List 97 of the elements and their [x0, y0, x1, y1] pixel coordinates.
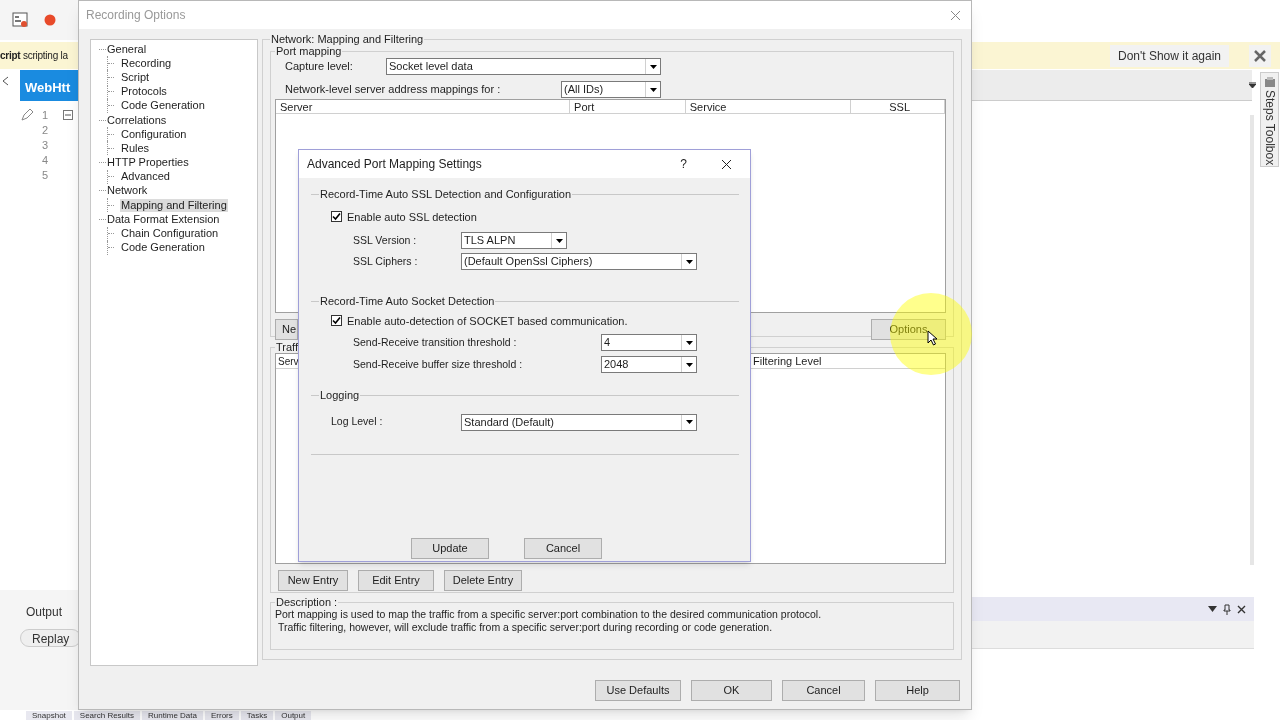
tree-item[interactable]: Configuration [120, 127, 188, 141]
partial-button[interactable]: Ne [275, 319, 298, 340]
bottom-tab[interactable]: Tasks [240, 711, 274, 720]
column-header[interactable]: Service [685, 100, 852, 113]
close-icon[interactable] [721, 158, 732, 170]
field-label: SSL Ciphers : [353, 253, 419, 269]
column-header[interactable]: Port [570, 100, 686, 113]
close-icon[interactable] [1237, 604, 1246, 614]
pencil-icon [20, 108, 34, 122]
panel-title: Output [26, 604, 64, 621]
tree-item[interactable]: Script [120, 70, 151, 84]
dropdown-arrow-icon [685, 340, 693, 345]
checkbox[interactable] [331, 315, 342, 327]
tree-item[interactable]: Protocols [120, 85, 168, 99]
line-number: 3 [42, 138, 49, 153]
help-button[interactable]: ? [680, 155, 687, 173]
checkbox-label: Enable auto SSL detection [347, 209, 477, 225]
dropdown-arrow-icon [649, 87, 657, 92]
dialog-button[interactable]: Cancel [524, 537, 602, 559]
line-number: 5 [42, 168, 49, 183]
description-text: Port mapping is used to map the traffic from a specific server:port combination to the desired communication protocol. [275, 608, 823, 621]
checkbox[interactable] [331, 211, 342, 223]
tree-item[interactable]: Mapping and Filtering [120, 198, 228, 212]
dialog-button[interactable]: Cancel [782, 680, 865, 701]
tree-item[interactable]: Advanced [120, 170, 171, 184]
record-icon[interactable] [44, 14, 56, 26]
bottom-tab[interactable]: Runtime Data [142, 711, 203, 720]
options-button[interactable]: Options [871, 319, 946, 340]
transition-dropdown[interactable]: 4 [601, 334, 697, 351]
entry-button[interactable]: New Entry [278, 570, 348, 591]
bottom-tab[interactable]: Search Results [73, 711, 141, 720]
group-title: Record-Time Auto Socket Detection [319, 294, 496, 309]
dropdown-icon[interactable] [1249, 82, 1256, 88]
toolbox-icon[interactable] [1263, 76, 1276, 88]
tree-item[interactable]: Code Generation [120, 241, 206, 255]
ssl-version-dropdown[interactable]: TLS ALPN [461, 232, 567, 249]
column-header[interactable]: Server [276, 100, 571, 113]
log-level-dropdown[interactable]: Standard (Default) [461, 413, 697, 431]
editor-tab[interactable]: WebHtt [20, 70, 78, 101]
dropdown-arrow-icon [555, 238, 563, 243]
dropdown-arrow-icon [685, 259, 693, 264]
line-number: 2 [42, 123, 49, 138]
dropdown-arrow-icon [649, 64, 657, 69]
dialog-button[interactable]: OK [691, 680, 772, 701]
description-text: Traffic filtering, however, will exclude traffic from a specific server:port during recording or code generation. [277, 621, 774, 634]
field-label: Network-level server address mappings for : [285, 82, 502, 98]
cursor-icon [927, 330, 938, 346]
field-label: Send-Receive transition threshold : [353, 334, 518, 350]
dialog-button[interactable]: Update [411, 537, 489, 559]
dialog-button[interactable]: Help [875, 680, 960, 701]
bottom-tab[interactable]: Output [275, 711, 312, 720]
pin-icon[interactable] [1223, 603, 1231, 615]
tree-item[interactable]: Recording [120, 56, 173, 70]
close-button[interactable] [1249, 44, 1271, 67]
tree-item[interactable]: General [106, 42, 148, 56]
ssl-ciphers-dropdown[interactable]: (Default OpenSsl Ciphers) [461, 253, 697, 270]
close-icon [1254, 49, 1266, 62]
collapse-icon[interactable] [63, 110, 73, 120]
entry-button[interactable]: Delete Entry [444, 570, 522, 591]
tree-item[interactable]: HTTP Properties [106, 156, 190, 170]
bottom-tab[interactable]: Snapshot [26, 711, 72, 720]
tree-item[interactable]: Correlations [106, 113, 168, 127]
dropdown-arrow-icon [685, 420, 693, 424]
tree-item[interactable]: Rules [120, 141, 151, 155]
field-label: Log Level : [331, 414, 384, 430]
tree-item[interactable]: Code Generation [120, 99, 206, 113]
section-title: Network: Mapping and Filtering [270, 33, 425, 45]
bottom-tab[interactable]: Errors [205, 711, 239, 720]
column-header[interactable]: Serv [276, 354, 299, 368]
tree-item[interactable]: Network [106, 184, 149, 198]
tree-item[interactable]: Data Format Extension [106, 212, 221, 226]
entry-button[interactable]: Edit Entry [358, 570, 434, 591]
group-title: Traff [275, 341, 299, 353]
dropdown-arrow-icon [685, 362, 693, 367]
chevron-left-icon[interactable] [2, 76, 9, 86]
group-title: Logging [319, 388, 361, 403]
checkbox-label: Enable auto-detection of SOCKET based communication. [347, 313, 628, 329]
mappings-dropdown[interactable]: (All IDs) [561, 81, 661, 98]
group-title: Port mapping [275, 45, 343, 57]
dismiss-button[interactable]: Don't Show it again [1109, 44, 1229, 67]
field-label: SSL Version : [353, 232, 418, 248]
banner-text: cript scripting la [0, 49, 68, 63]
buffer-dropdown[interactable]: 2048 [601, 356, 697, 373]
line-number: 4 [42, 153, 49, 168]
tree-item[interactable]: Chain Configuration [120, 227, 220, 241]
dropdown-icon[interactable] [1208, 606, 1217, 612]
window-title: Recording Options [86, 7, 186, 24]
group-title: Description : [275, 596, 339, 608]
group-title: Record-Time Auto SSL Detection and Configuration [319, 187, 573, 202]
field-label: Send-Receive buffer size threshold : [353, 356, 524, 372]
column-header[interactable]: SSL [851, 100, 945, 113]
line-number: 1 [42, 108, 49, 123]
snapshot-icon[interactable] [12, 12, 28, 28]
dialog-button[interactable]: Use Defaults [595, 680, 681, 701]
field-label: Capture level: [285, 59, 354, 75]
capture-level-dropdown[interactable]: Socket level data [386, 58, 661, 75]
dialog-title: Advanced Port Mapping Settings [307, 156, 483, 173]
